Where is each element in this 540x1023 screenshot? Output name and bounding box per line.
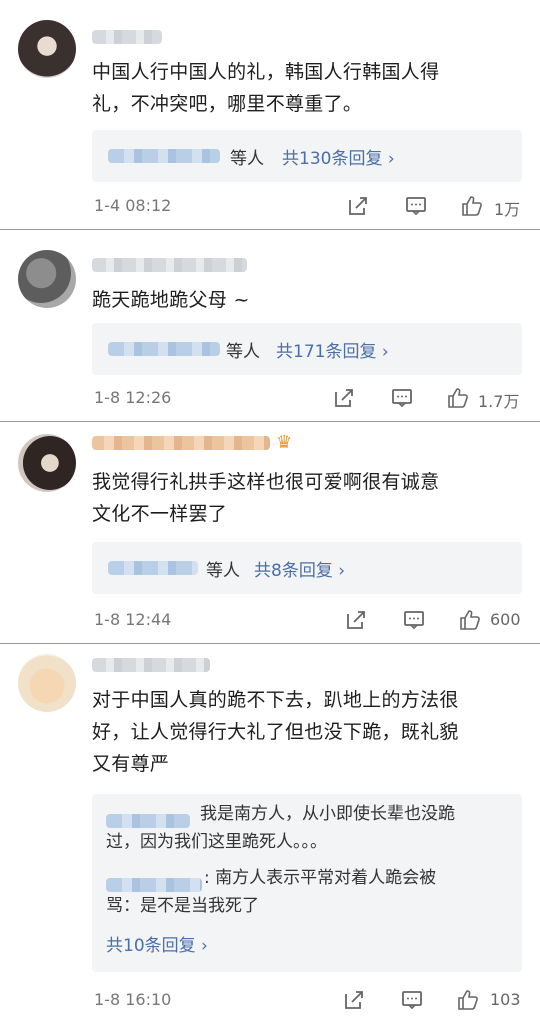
comment-time: 1-8 12:44 (94, 610, 172, 629)
comment-icon[interactable] (404, 194, 428, 218)
comment-footer: 1-8 12:26 1.7万 (0, 384, 540, 414)
comment-text: 中国人行中国人的礼，韩国人行韩国人得 礼，不冲突吧，哪里不尊重了。 (92, 61, 440, 115)
view-replies-link[interactable]: 共171条回复 › (276, 337, 389, 362)
reply-summary[interactable]: 等人 共8条回复 › (92, 542, 522, 594)
nested-reply-2: : 南方人表示平常对着人跪会被 骂：是不是当我死了 (106, 868, 437, 916)
comment-text: 我觉得行礼拱手这样也很可爱啊很有诚意 文化不一样罢了 (92, 471, 440, 525)
replier-names-blurred (108, 342, 220, 356)
like-count: 1.7万 (478, 392, 520, 411)
avatar[interactable] (18, 434, 76, 492)
comment-card: 对于中国人真的跪不下去，趴地上的方法很 好，让人觉得行大礼了但也没下跪，既礼貌 … (0, 644, 540, 1023)
share-icon[interactable] (346, 194, 370, 218)
username-blurred[interactable] (92, 658, 210, 672)
nested-reply-1: 我是南方人，从小即使长辈也没跪 过，因为我们这里跪死人。。。 (106, 804, 455, 852)
like-icon[interactable] (458, 608, 482, 632)
like-icon[interactable] (456, 988, 480, 1012)
comment-time: 1-8 16:10 (94, 990, 172, 1009)
comment-time: 1-4 08:12 (94, 196, 172, 215)
comment-icon[interactable] (390, 386, 414, 410)
like-count: 103 (490, 990, 521, 1009)
nested-replies[interactable]: 我是南方人，从小即使长辈也没跪 过，因为我们这里跪死人。。。 : 南方人表示平常… (92, 794, 522, 972)
replier-names-blurred (108, 561, 198, 575)
comment-footer: 1-8 16:10 103 (0, 986, 540, 1016)
replier-names-blurred (108, 149, 220, 163)
comment-text: 对于中国人真的跪不下去，趴地上的方法很 好，让人觉得行大礼了但也没下跪，既礼貌 … (92, 689, 459, 775)
share-icon[interactable] (332, 386, 356, 410)
comment-text: 跪天跪地跪父母 ~ (92, 289, 250, 311)
comment-card: ♛ 我觉得行礼拱手这样也很可爱啊很有诚意 文化不一样罢了 等人 共8条回复 › … (0, 422, 540, 644)
avatar[interactable] (18, 20, 76, 78)
view-replies-link[interactable]: 共8条回复 › (254, 556, 345, 581)
vip-crown-icon: ♛ (276, 432, 293, 453)
like-count: 1万 (494, 200, 521, 219)
share-icon[interactable] (344, 608, 368, 632)
like-icon[interactable] (460, 194, 484, 218)
comment-card: 跪天跪地跪父母 ~ 等人 共171条回复 › 1-8 12:26 1.7万 (0, 230, 540, 422)
view-replies-link[interactable]: 共130条回复 › (282, 144, 395, 169)
username-blurred[interactable] (92, 258, 247, 272)
avatar[interactable] (18, 654, 76, 712)
comment-time: 1-8 12:26 (94, 388, 172, 407)
replier-suffix: 等人 (226, 342, 260, 362)
reply-summary[interactable]: 等人 共171条回复 › (92, 323, 522, 375)
like-icon[interactable] (446, 386, 470, 410)
comment-footer: 1-8 12:44 600 (0, 606, 540, 636)
replier-suffix: 等人 (206, 561, 240, 581)
view-replies-link[interactable]: 共10条回复 › (106, 932, 208, 960)
comment-icon[interactable] (402, 608, 426, 632)
like-count: 600 (490, 610, 521, 629)
reply-summary[interactable]: 等人 共130条回复 › (92, 130, 522, 182)
username-blurred[interactable] (92, 436, 270, 450)
share-icon[interactable] (342, 988, 366, 1012)
avatar[interactable] (18, 250, 76, 308)
username-blurred[interactable] (92, 30, 162, 44)
comment-footer: 1-4 08:12 1万 (0, 192, 540, 222)
replier-suffix: 等人 (230, 149, 264, 169)
comment-card: 中国人行中国人的礼，韩国人行韩国人得 礼，不冲突吧，哪里不尊重了。 等人 共13… (0, 0, 540, 230)
comment-icon[interactable] (400, 988, 424, 1012)
